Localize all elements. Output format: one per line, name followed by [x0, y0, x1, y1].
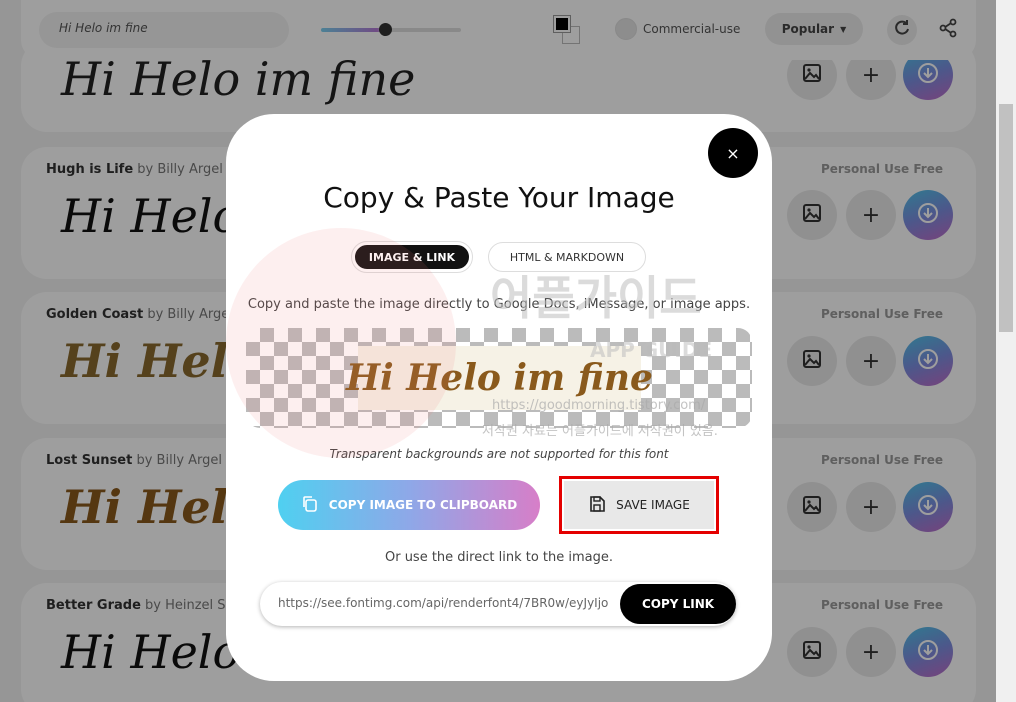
copy-icon: [301, 495, 319, 516]
watermark-subtitle: APP GUIDE: [590, 338, 713, 362]
highlight-box: [559, 476, 719, 534]
direct-link-hint: Or use the direct link to the image.: [384, 550, 613, 565]
copy-link-button[interactable]: COPY LINK: [620, 584, 736, 624]
modal-title: Copy & Paste Your Image: [323, 181, 675, 214]
close-icon: ×: [726, 143, 740, 163]
watermark-title: 어플가이드: [490, 271, 702, 325]
copy-image-button[interactable]: COPY IMAGE TO CLIPBOARD: [278, 480, 540, 530]
watermark-url: https://goodmorning.tistory.com/: [492, 398, 706, 413]
scrollbar-thumb[interactable]: [999, 104, 1013, 332]
watermark-note: 저작권 자료는 어플가이드에 저작권이 있음.: [482, 424, 718, 439]
close-button[interactable]: ×: [708, 128, 758, 178]
copy-image-label: COPY IMAGE TO CLIPBOARD: [328, 498, 518, 512]
watermark-logo: [226, 228, 456, 458]
